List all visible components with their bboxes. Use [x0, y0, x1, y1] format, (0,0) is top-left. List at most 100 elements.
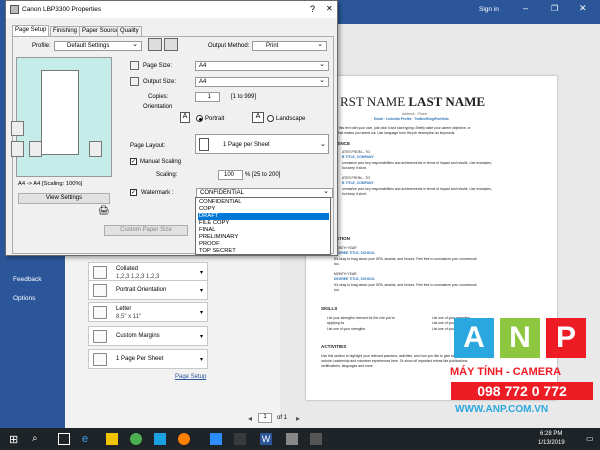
logo-letter-p: P — [546, 318, 586, 358]
app-icon[interactable] — [234, 433, 246, 445]
app-icon[interactable] — [286, 433, 298, 445]
page-layout-value: 1 Page per Sheet — [223, 142, 270, 148]
portrait-radio[interactable] — [196, 115, 203, 122]
zalo-icon[interactable] — [210, 433, 222, 445]
watermark-option[interactable]: TOP SECRET — [198, 248, 329, 255]
collate-setting[interactable]: Collated 1,2,3 1,2,3 1,2,3 ▾ — [88, 262, 208, 282]
clock-date[interactable]: 1/13/2019 — [538, 440, 565, 446]
copies-spinner[interactable]: 1 — [195, 92, 220, 102]
resume-skill: List one of your strengths — [327, 327, 366, 331]
search-icon[interactable]: ⌕ — [32, 433, 44, 445]
restore-icon[interactable]: ❐ — [551, 4, 558, 13]
copy-icon[interactable] — [29, 141, 42, 157]
watermark-checkbox[interactable]: ✓ — [130, 189, 137, 196]
nav-options[interactable]: Options — [13, 295, 35, 302]
watermark-option[interactable]: FILE COPY — [198, 220, 329, 227]
collate-icon — [93, 266, 107, 279]
stack-icon[interactable] — [11, 121, 24, 136]
word-icon[interactable]: W — [260, 433, 272, 445]
resume-name: RST NAME LAST NAME — [340, 94, 485, 110]
pages-per-sheet-label: 1 Page Per Sheet — [116, 356, 164, 362]
resume-intro-line: o this text with your own, just click it… — [336, 126, 471, 130]
page-size-select[interactable]: A4 — [195, 60, 329, 71]
pages-icon — [93, 353, 107, 366]
chevron-down-icon: ▾ — [199, 270, 203, 276]
tab-page-setup[interactable]: Page Setup — [12, 25, 50, 36]
tab-finishing[interactable]: Finishing — [50, 26, 81, 36]
sign-in-link[interactable]: Sign in — [479, 6, 499, 13]
watermark-option[interactable]: PROOF — [198, 241, 329, 248]
chevron-down-icon: ▾ — [199, 334, 203, 340]
resume-first-name: RST NAME — [340, 94, 406, 109]
help-icon[interactable]: ? — [310, 4, 315, 14]
watermark-option-selected[interactable]: DRAFT — [198, 213, 329, 220]
nav-feedback[interactable]: Feedback — [13, 276, 42, 283]
task-view-icon[interactable] — [58, 433, 70, 445]
page-icon[interactable] — [89, 141, 102, 157]
portrait-icon: A — [180, 112, 190, 123]
file-explorer-icon[interactable] — [106, 433, 118, 445]
chrome-icon[interactable] — [130, 433, 142, 445]
watermark-option[interactable]: CONFIDENTIAL — [198, 199, 329, 206]
manual-scaling-label: Manual Scaling — [140, 159, 182, 165]
watermark-option[interactable]: COPY — [198, 206, 329, 213]
clock-time[interactable]: 6:28 PM — [540, 431, 562, 437]
margins-setting[interactable]: Custom Margins ▾ — [88, 326, 208, 346]
app-icon[interactable] — [310, 433, 322, 445]
manual-scaling-checkbox[interactable]: ✓ — [130, 158, 137, 165]
watermark-dropdown-list: CONFIDENTIAL COPY DRAFT FILE COPY FINAL … — [195, 197, 331, 255]
custom-paper-size-button[interactable]: Custom Paper Size — [104, 225, 188, 236]
watermark-option[interactable]: PRELIMINARY — [198, 234, 329, 241]
dialog-title: Canon LBP3300 Properties — [22, 6, 102, 13]
brand-site: WWW.ANP.COM.VN — [455, 404, 549, 415]
edge-icon[interactable]: e — [82, 433, 94, 445]
resume-last-name: LAST NAME — [408, 94, 486, 109]
watermark-option[interactable]: FINAL — [198, 227, 329, 234]
prev-page-icon[interactable]: ◂ — [248, 414, 252, 423]
add-profile-icon[interactable] — [148, 38, 162, 51]
resume-exp-title: B TITLE, COMPANY — [342, 155, 374, 159]
output-size-select[interactable]: A4 — [195, 76, 329, 87]
logo-letter-n: N — [500, 318, 540, 358]
notification-icon[interactable]: ▭ — [586, 434, 594, 443]
close-icon[interactable]: ✕ — [326, 4, 333, 13]
orientation-label: Orientation — [143, 104, 173, 110]
pages-per-sheet-setting[interactable]: 1 Page Per Sheet ▾ — [88, 349, 208, 369]
resume-skills-heading: SKILLS — [321, 306, 338, 311]
output-method-select[interactable]: Print — [252, 40, 327, 51]
resume-activities-text: include Leadership and volunteer experie… — [321, 359, 469, 363]
paper-size-setting[interactable]: Letter 8.5" x 11" ▾ — [88, 302, 208, 322]
brand-phone: 098 772 0 772 — [451, 382, 593, 400]
page-layout-select[interactable]: 1 Page per Sheet ⌄ — [195, 134, 329, 154]
resume-exp-desc: ummarize your key responsibilities and a… — [342, 161, 492, 165]
page-number-input[interactable]: 1 — [258, 413, 272, 423]
view-settings-button[interactable]: View Settings — [18, 193, 110, 204]
preview-caption: A4 -> A4 [Scaling: 100%] — [18, 181, 83, 187]
orientation-setting[interactable]: Portrait Orientation ▾ — [88, 280, 208, 300]
profile-select[interactable]: Default Settings — [54, 40, 142, 51]
resume-edu-desc: too. — [334, 262, 340, 266]
landscape-radio[interactable] — [267, 115, 274, 122]
start-icon[interactable]: ⊞ — [9, 433, 21, 446]
printer-small-icon[interactable]: 🖨 — [98, 205, 109, 216]
close-word-icon[interactable]: ✕ — [579, 3, 587, 14]
chevron-down-icon: ▾ — [199, 310, 203, 316]
tab-quality[interactable]: Quality — [117, 26, 142, 36]
minimize-icon[interactable]: – — [523, 3, 528, 13]
store-icon[interactable] — [154, 433, 166, 445]
output-size-label: Output Size: — [143, 79, 177, 85]
paper-size-label: Letter — [116, 306, 132, 312]
next-page-icon[interactable]: ▸ — [296, 414, 300, 423]
resume-edu-desc: too. — [334, 288, 340, 292]
portrait-label: Portrait — [205, 116, 225, 122]
resume-exp-dates: ATES FROM – TO — [342, 150, 370, 154]
logo-letter-a: A — [454, 318, 494, 358]
scaling-spinner[interactable]: 100 — [218, 170, 243, 180]
collate-label: Collated — [116, 266, 139, 272]
copies-range: [1 to 999] — [231, 94, 257, 100]
firefox-icon[interactable] — [178, 433, 190, 445]
stack-icon[interactable] — [11, 141, 24, 157]
tab-paper-source[interactable]: Paper Source — [79, 26, 122, 36]
edit-profile-icon[interactable] — [164, 38, 178, 51]
page-setup-link[interactable]: Page Setup — [175, 374, 206, 380]
